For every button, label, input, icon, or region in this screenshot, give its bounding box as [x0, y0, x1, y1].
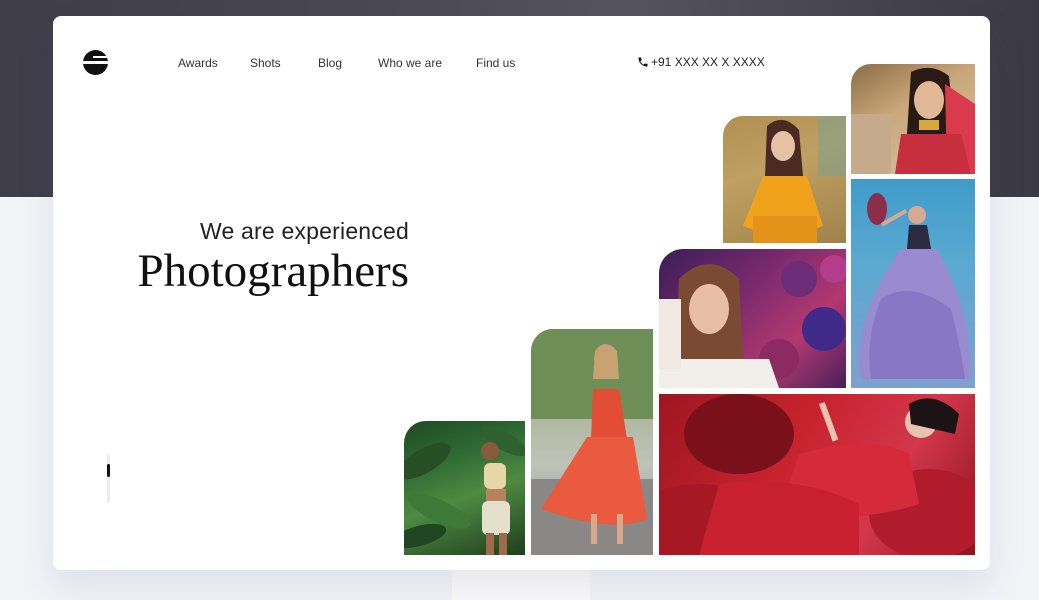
- gallery-photo-orange-dress[interactable]: [531, 329, 653, 555]
- nav-link-shots[interactable]: Shots: [250, 56, 281, 70]
- nav-link-blog[interactable]: Blog: [318, 56, 342, 70]
- phone-number: +91 XXX XX X XXXX: [651, 55, 765, 69]
- gallery-photo-bride[interactable]: [851, 64, 975, 174]
- phone-icon: [638, 57, 648, 67]
- nav-link-who-we-are[interactable]: Who we are: [378, 56, 442, 70]
- woman-red-gown-icon: [659, 394, 975, 555]
- contact-phone[interactable]: +91 XXX XX X XXXX: [637, 55, 765, 69]
- woman-in-leaves-icon: [404, 425, 525, 555]
- woman-purple-flowers-icon: [659, 255, 846, 388]
- main-navigation: Awards Shots Blog Who we are Find us: [53, 56, 990, 72]
- monitor-stand: [452, 565, 590, 600]
- gallery-photo-purple-flowers[interactable]: [659, 249, 846, 388]
- gallery-photo-yellow-dress[interactable]: [723, 116, 846, 243]
- hero-subtitle: We are experienced: [199, 218, 409, 244]
- scroll-indicator-track[interactable]: [107, 454, 110, 503]
- gallery-photo-lavender-gown[interactable]: [851, 179, 975, 388]
- woman-lavender-gown-icon: [859, 193, 970, 379]
- nav-link-awards[interactable]: Awards: [178, 56, 218, 70]
- nav-link-find-us[interactable]: Find us: [476, 56, 515, 70]
- hero-title: Photographers: [137, 245, 409, 297]
- bride-portrait-icon: [851, 67, 975, 174]
- woman-orange-dress-icon: [531, 329, 653, 555]
- gallery-photo-red-gown[interactable]: [659, 394, 975, 555]
- website-card: Awards Shots Blog Who we are Find us +91…: [53, 16, 990, 570]
- scroll-indicator-thumb[interactable]: [107, 464, 110, 477]
- woman-yellow-dress-field-icon: [723, 116, 846, 243]
- gallery-photo-leaves[interactable]: [404, 421, 525, 555]
